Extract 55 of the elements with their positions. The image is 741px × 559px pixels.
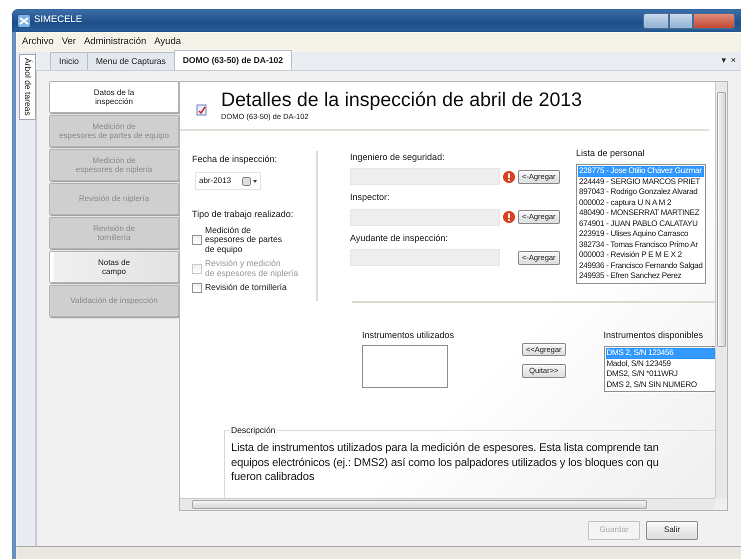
maximize-button[interactable] (669, 12, 693, 28)
tab[interactable]: Inicio (50, 52, 88, 70)
list-item[interactable]: 480490 - MONSERRAT MARTINEZ (578, 208, 704, 219)
list-item[interactable]: DMS2, S/N *011WRJ (606, 369, 715, 380)
field-label: Ayudante de inspección: (350, 232, 449, 245)
dropdown-arrow[interactable]: ▾ (722, 54, 727, 68)
menu-item[interactable]: Ver (62, 34, 76, 50)
list-item[interactable]: 000002 - captura U N A M 2 (578, 198, 704, 208)
list-item[interactable]: Madol, S/N 123459 (606, 358, 715, 370)
exit-button[interactable]: Salir (646, 521, 698, 540)
close-button[interactable] (693, 12, 735, 28)
menu-item[interactable]: Ayuda (154, 34, 182, 50)
checkbox-label: Medición de espesores de partes de equipo (205, 226, 282, 255)
section-label: Tipo de trabajo realizado: (192, 208, 294, 222)
field-label: Ingeniero de seguridad: (350, 150, 446, 164)
menu-item[interactable]: Administración (84, 34, 146, 50)
calendar-dropdown-icon[interactable] (242, 176, 257, 186)
vertical-scrollbar[interactable] (715, 82, 727, 498)
app-icon (18, 14, 30, 26)
window-title: SIMECELE (34, 13, 82, 28)
horizontal-scrollbar[interactable] (180, 498, 715, 510)
menu-item[interactable]: Archivo (22, 34, 54, 50)
list-item[interactable]: 224449 - SERGIO MARCOS PRIET (578, 176, 704, 188)
available-instruments-list[interactable]: DMS 2, S/N 123456 Madol, S/N 123459 DMS2, S/N *011WRJ DMS 2, S/N SIN NUMERO (604, 346, 715, 392)
checkbox-label: Revisión de tornillería (205, 282, 287, 292)
field-label: Fecha de inspección: (192, 152, 278, 166)
list-label: Lista de personal (576, 146, 646, 160)
page-title: Detalles de la inspección de abril de 2013 (221, 90, 582, 112)
list-item[interactable]: 249935 - Efren Sanchez Perez (578, 271, 704, 282)
checkbox[interactable] (192, 282, 202, 293)
list-item[interactable]: 897043 - Rodrigo Gonzalez Alvarad (578, 187, 704, 198)
nav-button[interactable]: Notas de campo (49, 251, 179, 283)
close-tab-button[interactable]: × (730, 54, 736, 68)
document-icon (196, 104, 207, 116)
tab[interactable]: Menu de Capturas (86, 52, 175, 70)
list-item[interactable]: 674901 - JUAN PABLO CALATAYU (578, 218, 704, 230)
list-item[interactable]: 249936 - Francisco Fernando Salgad (578, 260, 704, 272)
list-item[interactable]: 223919 - Ulises Aquino Carrasco (578, 229, 704, 240)
field-label: Inspector: (350, 191, 391, 204)
date-picker[interactable]: abr-2013 (195, 172, 261, 190)
minimize-button[interactable] (643, 12, 669, 28)
personnel-list[interactable] (576, 164, 706, 284)
checkbox[interactable] (192, 235, 202, 246)
list-item[interactable]: 000003 - Revisión P E M E X 2 (578, 250, 704, 261)
description-text: Lista de instrumentos utilizados para la medición de espesores. Esta lista comprende tan equipos electrónicos (ej.: DMS2) así como los palpadores utilizados y los bloques con qu fueron calibrados (231, 441, 660, 485)
used-instruments-list[interactable] (362, 345, 448, 388)
checkbox-label: Revisión y medición de espesores de niplería (205, 258, 298, 279)
side-panel-tab[interactable]: Árbol de tareas (19, 54, 36, 120)
nav-button[interactable]: Datos de la inspección (49, 81, 179, 113)
group-legend: Descripción (229, 424, 278, 437)
list-label: Instrumentos utilizados (362, 328, 454, 342)
list-item[interactable]: DMS 2, S/N SIN NUMERO (606, 380, 715, 390)
tab[interactable]: DOMO (63-50) de DA-102 (174, 50, 292, 70)
list-label: Instrumentos disponibles (604, 328, 704, 342)
list-item[interactable]: 382734 - Tomas Francisco Primo Ar (578, 240, 704, 250)
